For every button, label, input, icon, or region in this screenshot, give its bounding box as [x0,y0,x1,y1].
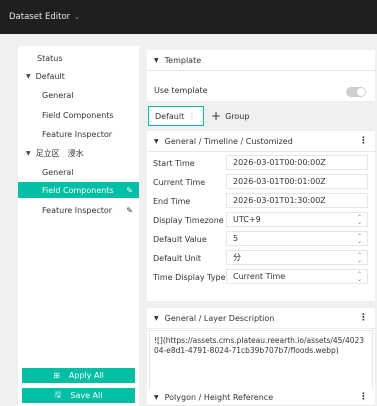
tab-bar: Default ⋮ + Group [147,105,375,127]
sidebar-item-label: 足立区 浸水 [35,148,84,158]
add-group-button[interactable]: + Group [211,106,249,126]
layer-description-textarea[interactable]: ![](https://assets.cms.plateau.reearth.i… [149,330,373,392]
updown-icon: ⌃ ⌄ [356,213,362,226]
polygon-card: ▼ Polygon / Height Reference ⋮ [147,389,375,406]
updown-icon: ⌃ ⌄ [356,270,362,283]
sidebar-item-general[interactable]: General [18,87,139,103]
caret-down-icon: ▼ [154,314,159,322]
display-timezone-row: Display Timezone UTC+9 ⌃ ⌄ [147,212,375,228]
timeline-card: ▼ General / Timeline / Customized ⋮ Star… [147,131,375,301]
time-display-type-select[interactable]: Current Time ⌃ ⌄ [226,269,368,284]
layer-description-card: ▼ General / Layer Description ⋮ ![](http… [147,308,375,399]
default-value-stepper[interactable]: 5 ⌃ ⌄ [226,231,368,246]
sidebar-item-label: Feature Inspector [42,205,113,215]
sidebar-item-label: Default [35,71,65,81]
card-title: General / Timeline / Customized [164,136,293,146]
plus-icon: + [211,109,222,123]
sidebar-item-status[interactable]: Status [18,50,139,66]
default-unit-row: Default Unit 分 ⌃ ⌄ [147,250,375,266]
sidebar-item-feature-inspector[interactable]: Feature Inspector ✎ [18,202,139,218]
display-timezone-select[interactable]: UTC+9 ⌃ ⌄ [226,212,368,227]
sidebar-item-feature-inspector[interactable]: Feature Inspector [18,126,139,142]
updown-icon: ⌃ ⌄ [356,232,362,245]
sidebar-item-label: Field Components [42,110,114,120]
end-time-row: End Time 2026-03-01T01:30:00Z [147,193,375,209]
default-value-row: Default Value 5 ⌃ ⌄ [147,231,375,247]
end-time-input[interactable]: 2026-03-01T01:30:00Z [226,193,368,208]
apply-all-button[interactable]: ⊞ Apply All [22,368,135,383]
chevron-down-icon[interactable]: ⌄ [74,13,80,21]
card-title: Polygon / Height Reference [164,392,274,402]
sidebar-item-field-components-active[interactable]: Field Components ✎ [18,182,139,198]
template-header[interactable]: ▼ Template [147,50,375,71]
kebab-icon[interactable]: ⋮ [359,392,368,402]
kebab-icon[interactable]: ⋮ [188,112,196,121]
pencil-icon: ✎ [126,205,133,215]
sidebar-item-general[interactable]: General [18,164,139,180]
sidebar-item-label: Field Components [42,185,114,195]
use-template-toggle[interactable] [346,87,366,97]
layer-description-header[interactable]: ▼ General / Layer Description ⋮ [147,308,375,329]
titlebar: Dataset Editor ⌄ [0,0,377,34]
pencil-icon: ✎ [126,185,133,195]
default-unit-select[interactable]: 分 ⌃ ⌄ [226,250,368,265]
main-panel: ▼ Template Use template Default ⋮ + Grou… [147,46,377,406]
caret-down-icon: ▼ [154,393,159,401]
updown-icon: ⌃ ⌄ [356,251,362,264]
current-time-input[interactable]: 2026-03-01T00:01:00Z [226,174,368,189]
template-card: ▼ Template Use template [147,50,375,101]
start-time-input[interactable]: 2026-03-01T00:00:00Z [226,155,368,170]
sidebar-item-label: Status [37,53,63,63]
sidebar-group-adachi[interactable]: ▼ 足立区 浸水 [18,145,139,161]
tab-default[interactable]: Default ⋮ [148,106,204,126]
sidebar-item-field-components[interactable]: Field Components [18,107,139,123]
sidebar-item-label: Feature Inspector [42,129,113,139]
polygon-header[interactable]: ▼ Polygon / Height Reference ⋮ [147,389,375,406]
caret-down-icon: ▼ [154,56,159,64]
time-display-type-row: Time Display Type Current Time ⌃ ⌄ [147,269,375,285]
kebab-icon[interactable]: ⋮ [359,313,368,323]
grid-icon: ⊞ [53,371,60,380]
save-icon: 🖫 [54,389,62,399]
start-time-row: Start Time 2026-03-01T00:00:00Z [147,155,375,171]
caret-down-icon: ▼ [154,137,159,145]
sidebar-group-default[interactable]: ▼ Default [18,68,139,84]
caret-down-icon: ▼ [26,149,31,157]
timeline-header[interactable]: ▼ General / Timeline / Customized ⋮ [147,131,375,152]
current-time-row: Current Time 2026-03-01T00:01:00Z [147,174,375,190]
sidebar-item-label: General [42,90,74,100]
caret-down-icon: ▼ [26,72,31,80]
app-title[interactable]: Dataset Editor [9,12,70,22]
card-title: Template [164,55,202,65]
use-template-label: Use template [154,86,208,95]
kebab-icon[interactable]: ⋮ [359,136,368,146]
save-all-button[interactable]: 🖫 Save All [22,388,135,403]
card-title: General / Layer Description [164,313,275,323]
sidebar: Status ▼ Default General Field Component… [18,46,139,406]
sidebar-item-label: General [42,167,74,177]
